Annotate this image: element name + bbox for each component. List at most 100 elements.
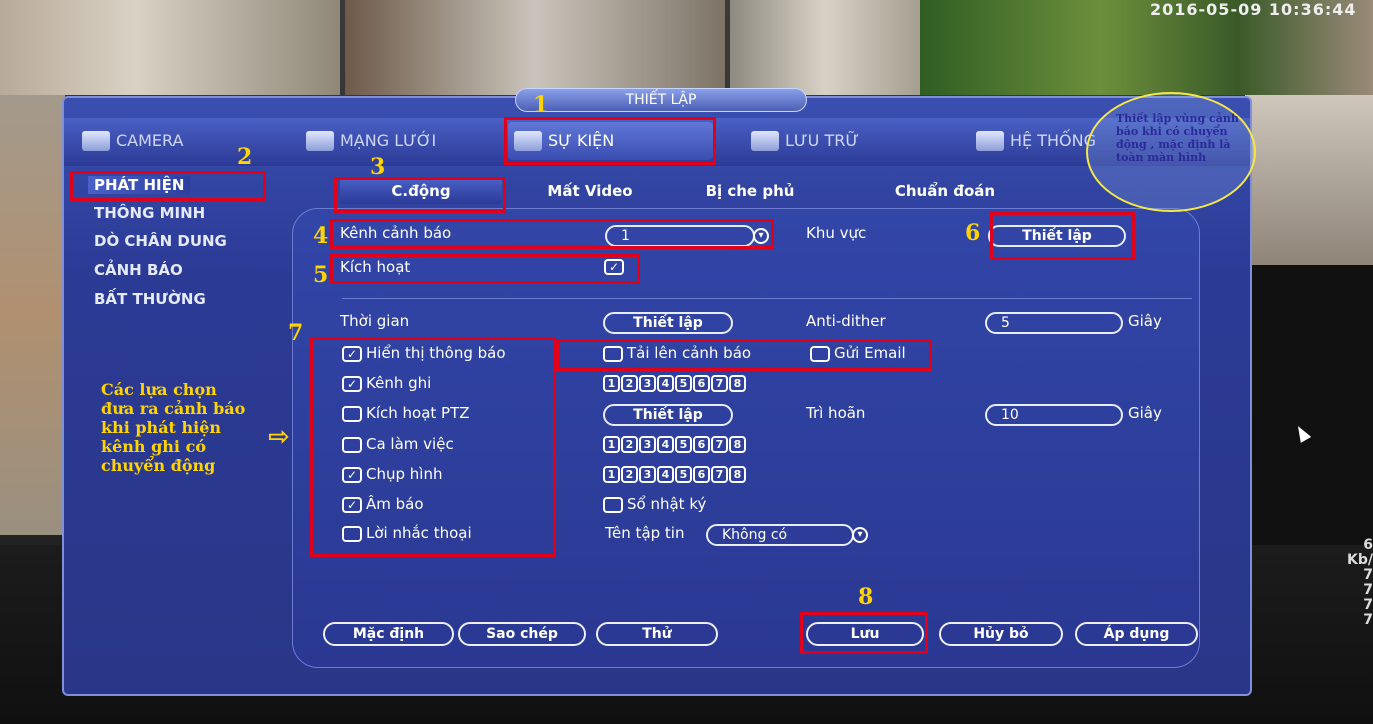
anti-dither-unit: Giây — [1128, 312, 1162, 330]
step-number: 2 — [237, 144, 253, 170]
channel-toggle[interactable]: 7 — [711, 436, 728, 453]
tab-storage[interactable]: LƯU TRỮ — [745, 122, 925, 160]
delay-input[interactable]: 10 — [985, 404, 1123, 426]
channel-toggle[interactable]: 8 — [729, 375, 746, 392]
channel-toggle[interactable]: 6 — [693, 436, 710, 453]
upload-alarm-checkbox[interactable] — [603, 346, 623, 362]
log-checkbox[interactable] — [603, 497, 623, 513]
buzzer-checkbox[interactable]: ✓ — [342, 497, 362, 513]
channel-toggle[interactable]: 8 — [729, 436, 746, 453]
ptz-checkbox[interactable] — [342, 406, 362, 422]
channel-toggle[interactable]: 4 — [657, 375, 674, 392]
chevron-down-icon[interactable]: ▾ — [753, 228, 769, 244]
delay-label: Trì hoãn — [806, 404, 866, 422]
area-setup-button[interactable]: Thiết lập — [988, 225, 1126, 247]
record-channel-checkbox[interactable]: ✓ — [342, 376, 362, 392]
tab-label: HỆ THỐNG — [1010, 131, 1096, 150]
channel-toggle[interactable]: 8 — [729, 466, 746, 483]
step-number: 8 — [858, 584, 874, 610]
channel-toggle[interactable]: 2 — [621, 436, 638, 453]
apply-button[interactable]: Áp dụng — [1075, 622, 1198, 646]
callout-bubble: Thiết lập vùng cảnh báo khi có chuyển độ… — [1086, 92, 1256, 212]
copy-button[interactable]: Sao chép — [458, 622, 586, 646]
alarm-channel-select[interactable]: 1 — [605, 225, 755, 247]
channel-toggle[interactable]: 4 — [657, 466, 674, 483]
send-email-label: Gửi Email — [834, 344, 906, 362]
channel-toggle[interactable]: 5 — [675, 466, 692, 483]
channel-toggle[interactable]: 2 — [621, 375, 638, 392]
tour-checkbox[interactable] — [342, 437, 362, 453]
left-note: Các lựa chọn đưa ra cảnh báo khi phát hi… — [101, 380, 245, 475]
callout-text: Thiết lập vùng cảnh — [1116, 112, 1239, 125]
channel-toggle[interactable]: 1 — [603, 436, 620, 453]
subtab-video-loss[interactable]: Mất Video — [535, 178, 645, 204]
camera-feed-5 — [0, 95, 65, 535]
file-name-select[interactable]: Không có — [706, 524, 854, 546]
sidebar-item-smart[interactable]: THÔNG MINH — [94, 204, 205, 222]
divider — [342, 298, 1192, 299]
note-line: khi phát hiện — [101, 418, 222, 437]
show-message-checkbox[interactable]: ✓ — [342, 346, 362, 362]
network-icon — [306, 131, 334, 151]
tab-network[interactable]: MẠNG LƯỚI — [300, 122, 490, 160]
test-button[interactable]: Thử — [596, 622, 718, 646]
subtab-diagnosis[interactable]: Chuẩn đoán — [870, 178, 1020, 204]
area-label: Khu vực — [806, 224, 867, 242]
tab-camera[interactable]: CAMERA — [76, 122, 246, 160]
tour-channel-selector[interactable]: 12345678 — [603, 436, 746, 453]
chevron-down-icon[interactable]: ▾ — [852, 527, 868, 543]
alarm-channel-label: Kênh cảnh báo — [340, 224, 452, 242]
bitrate-value: 7 — [1363, 612, 1373, 628]
channel-toggle[interactable]: 1 — [603, 466, 620, 483]
channel-toggle[interactable]: 3 — [639, 375, 656, 392]
ptz-setup-button[interactable]: Thiết lập — [603, 404, 733, 426]
channel-toggle[interactable]: 7 — [711, 466, 728, 483]
clock: 2016-05-09 10:36:44 — [1150, 0, 1357, 19]
sidebar-item-abnormal[interactable]: BẤT THƯỜNG — [94, 290, 206, 308]
channel-toggle[interactable]: 6 — [693, 466, 710, 483]
cancel-button[interactable]: Hủy bỏ — [939, 622, 1063, 646]
enable-checkbox[interactable]: ✓ — [604, 259, 624, 275]
sidebar-item-face[interactable]: DÒ CHÂN DUNG — [94, 232, 227, 250]
channel-toggle[interactable]: 3 — [639, 436, 656, 453]
camera-feed-3 — [730, 0, 920, 95]
channel-toggle[interactable]: 5 — [675, 436, 692, 453]
channel-toggle[interactable]: 6 — [693, 375, 710, 392]
channel-toggle[interactable]: 7 — [711, 375, 728, 392]
subtab-tampering[interactable]: Bị che phủ — [685, 178, 815, 204]
system-icon — [976, 131, 1004, 151]
sidebar-item-detect[interactable]: PHÁT HIỆN — [88, 176, 191, 194]
note-line: đưa ra cảnh báo — [101, 399, 246, 418]
subtab-motion[interactable]: C.động — [340, 178, 502, 204]
tab-event[interactable]: SỰ KIỆN — [508, 122, 713, 160]
arrow-right-icon: ⇨ — [268, 422, 290, 452]
snapshot-channel-selector[interactable]: 12345678 — [603, 466, 746, 483]
anti-dither-label: Anti-dither — [806, 312, 886, 330]
channel-toggle[interactable]: 5 — [675, 375, 692, 392]
record-channel-selector[interactable]: 12345678 — [603, 375, 746, 392]
snapshot-checkbox[interactable]: ✓ — [342, 467, 362, 483]
channel-toggle[interactable]: 2 — [621, 466, 638, 483]
period-setup-button[interactable]: Thiết lập — [603, 312, 733, 334]
file-name-label: Tên tập tin — [605, 524, 685, 542]
voice-prompt-checkbox[interactable] — [342, 526, 362, 542]
channel-toggle[interactable]: 1 — [603, 375, 620, 392]
channel-toggle[interactable]: 4 — [657, 436, 674, 453]
log-label: Sổ nhật ký — [627, 495, 707, 513]
snapshot-label: Chụp hình — [366, 465, 443, 483]
channel-toggle[interactable]: 3 — [639, 466, 656, 483]
camera-feed-7 — [1245, 265, 1373, 545]
tab-label: LƯU TRỮ — [785, 131, 860, 150]
send-email-checkbox[interactable] — [810, 346, 830, 362]
voice-prompt-label: Lời nhắc thoại — [366, 524, 472, 542]
bitrate-value: 7 — [1363, 567, 1373, 583]
save-button[interactable]: Lưu — [806, 622, 924, 646]
note-line: chuyển động — [101, 456, 216, 475]
period-label: Thời gian — [340, 312, 410, 330]
camera-feed-6 — [1245, 95, 1373, 265]
default-button[interactable]: Mặc định — [323, 622, 454, 646]
sidebar-item-alarm[interactable]: CẢNH BÁO — [94, 261, 183, 279]
anti-dither-input[interactable]: 5 — [985, 312, 1123, 334]
camera-feed-2 — [345, 0, 725, 95]
callout-text: toàn màn hình — [1116, 151, 1207, 164]
